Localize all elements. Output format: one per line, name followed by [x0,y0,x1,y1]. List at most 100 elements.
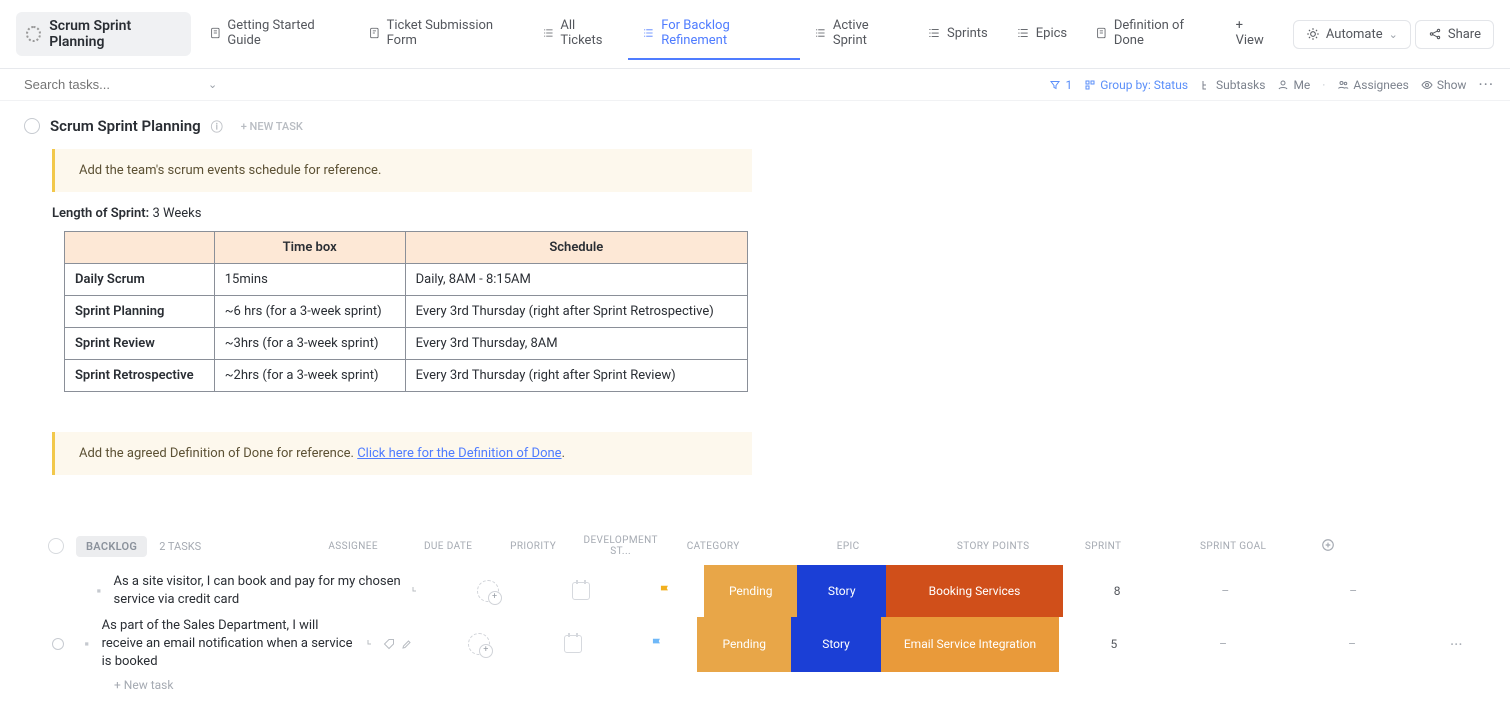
sprint-cell[interactable]: – [1171,565,1279,617]
chevron-down-icon[interactable]: ⌄ [208,78,217,91]
flag-icon [658,584,672,598]
col-category[interactable]: CATEGORY [668,541,758,552]
table-row: Sprint Retrospective ~2hrs (for a 3-week… [65,360,748,392]
subtasks-button[interactable]: Subtasks [1200,78,1265,92]
tab-sprints[interactable]: Sprints [913,16,1002,53]
add-assignee-icon [477,580,499,602]
status-circle-icon [24,118,40,134]
col-due-date[interactable]: DUE DATE [403,541,493,552]
col-story-points[interactable]: STORY POINTS [938,541,1048,552]
dev-status-cell[interactable]: Pending [697,617,791,672]
tab-backlog-refinement[interactable]: For Backlog Refinement [628,8,800,60]
subtask-icon[interactable] [410,585,422,597]
list-icon [1016,26,1030,40]
schedule-table: Time box Schedule Daily Scrum 15mins Dai… [64,231,748,392]
group-by-button[interactable]: Group by: Status [1084,78,1188,92]
task-row[interactable]: ▪ As a site visitor, I can book and pay … [84,565,1486,617]
search-input[interactable] [24,77,200,92]
category-cell[interactable]: Story [791,617,880,672]
person-icon [1277,79,1289,91]
task-status-square[interactable]: ▪ [72,617,102,672]
sprint-length: Length of Sprint: 3 Weeks [52,206,1486,221]
edit-icon[interactable] [401,638,413,650]
row-more-button[interactable]: ··· [1426,617,1486,672]
story-points-cell[interactable]: 8 [1063,565,1171,617]
story-points-cell[interactable]: 5 [1059,617,1168,672]
subtask-icon [1200,79,1212,91]
view-tabs: Getting Started Guide Ticket Submission … [195,8,1285,60]
tag-icon[interactable] [383,638,395,650]
people-icon [1337,79,1349,91]
assignee-cell[interactable] [438,565,536,617]
share-button[interactable]: Share [1415,20,1494,49]
priority-cell[interactable] [625,565,704,617]
table-row: Sprint Planning ~6 hrs (for a 3-week spr… [65,296,748,328]
task-count: 2 TASKS [159,540,201,553]
doc-icon [1095,26,1108,40]
calendar-icon [564,635,582,653]
col-epic[interactable]: EPIC [758,541,938,552]
epic-cell[interactable]: Email Service Integration [881,617,1060,672]
col-priority[interactable]: PRIORITY [493,541,573,552]
list-name[interactable]: Scrum Sprint Planning [50,117,201,135]
me-button[interactable]: Me [1277,78,1310,92]
assignees-button[interactable]: Assignees [1337,78,1408,92]
tab-active-sprint[interactable]: Active Sprint [800,8,913,60]
status-chip-backlog[interactable]: BACKLOG [76,536,147,557]
add-column-button[interactable] [1308,538,1348,555]
tab-all-tickets[interactable]: All Tickets [528,8,629,60]
select-circle[interactable] [52,638,64,650]
sprint-goal-cell[interactable]: – [1278,617,1427,672]
col-sprint-goal[interactable]: SPRINT GOAL [1158,541,1308,552]
task-name[interactable]: As part of the Sales Department, I will … [102,617,430,672]
col-sprint[interactable]: SPRINT [1048,541,1158,552]
col-dev-status[interactable]: DEVELOPMENT ST... [573,535,668,557]
priority-cell[interactable] [618,617,697,672]
tab-definition-of-done[interactable]: Definition of Done [1081,8,1221,60]
info-icon[interactable]: ⓘ [211,118,223,135]
doc-icon [209,26,222,40]
due-date-cell[interactable] [528,617,617,672]
list-title-text: Scrum Sprint Planning [49,18,180,50]
flag-icon [650,637,664,651]
status-group-header: BACKLOG 2 TASKS ASSIGNEE DUE DATE PRIORI… [48,535,1486,557]
due-date-cell[interactable] [537,565,626,617]
tab-getting-started[interactable]: Getting Started Guide [195,8,354,60]
tab-epics[interactable]: Epics [1002,16,1081,53]
callout-schedule: Add the team's scrum events schedule for… [52,149,752,192]
more-options-button[interactable]: ··· [1478,75,1494,94]
eye-icon [1421,79,1433,91]
add-view-button[interactable]: + View [1222,8,1285,60]
sprint-goal-cell[interactable]: – [1279,565,1427,617]
task-row[interactable]: ▪ As part of the Sales Department, I wil… [84,617,1486,672]
tab-ticket-submission[interactable]: Ticket Submission Form [354,8,528,60]
automate-icon [1306,27,1320,41]
assignee-cell[interactable] [429,617,528,672]
list-icon [814,26,827,40]
epic-cell[interactable]: Booking Services [886,565,1063,617]
share-icon [1428,27,1442,41]
filter-button[interactable]: 1 [1049,78,1072,92]
task-status-square[interactable]: ▪ [84,565,114,617]
automate-button[interactable]: Automate ⌄ [1293,20,1411,49]
dod-link[interactable]: Click here for the Definition of Done [357,446,561,461]
col-assignee[interactable]: ASSIGNEE [303,541,403,552]
task-name[interactable]: As a site visitor, I can book and pay fo… [114,565,439,617]
show-button[interactable]: Show [1421,78,1467,92]
collapse-toggle[interactable] [48,538,64,554]
new-task-button[interactable]: + New task [114,678,1486,692]
row-more[interactable] [1427,565,1486,617]
dev-status-cell[interactable]: Pending [704,565,797,617]
group-icon [1084,79,1096,91]
sprint-cell[interactable]: – [1168,617,1277,672]
view-options: 1 Group by: Status Subtasks Me · Assigne… [1049,75,1494,94]
new-task-inline-button[interactable]: + NEW TASK [241,120,303,133]
add-assignee-icon [468,633,490,655]
category-cell[interactable]: Story [797,565,886,617]
search-wrap[interactable]: ⌄ [16,77,216,92]
subtask-icon[interactable] [365,638,377,650]
list-icon [642,26,655,40]
filter-toolbar: ⌄ 1 Group by: Status Subtasks Me · Assig… [0,69,1510,101]
chevron-down-icon: ⌄ [1389,28,1398,41]
list-title-chip[interactable]: Scrum Sprint Planning [16,12,191,56]
